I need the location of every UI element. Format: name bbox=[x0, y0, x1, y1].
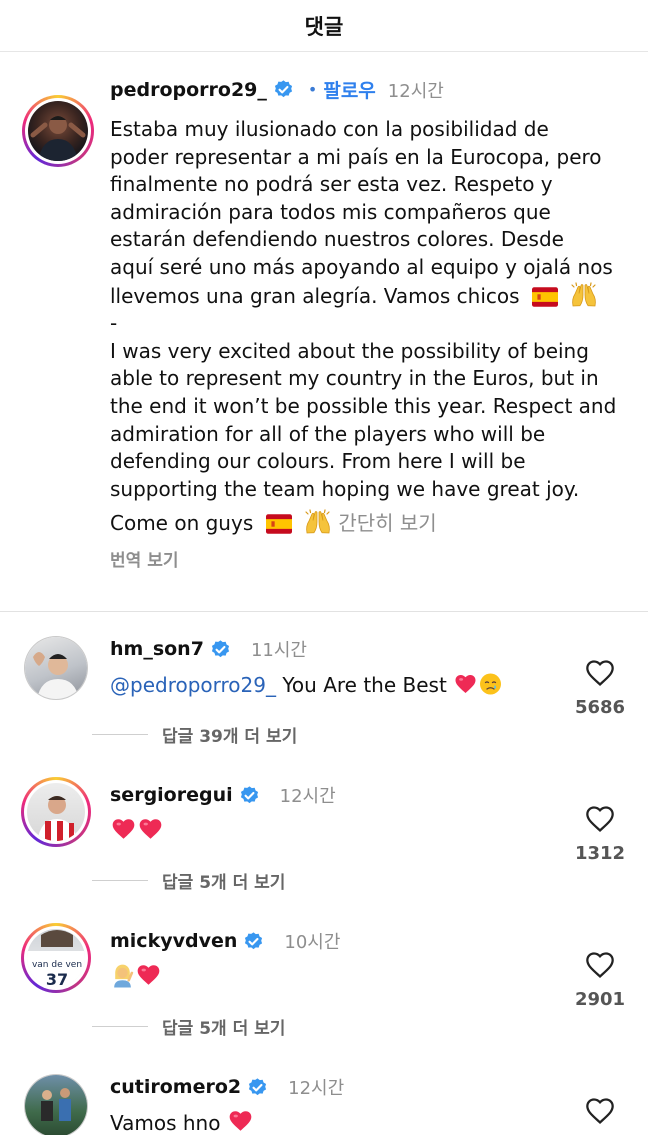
view-replies-label: 답글 39개 더 보기 bbox=[162, 727, 298, 747]
caption-line: supporting the team hoping we have great… bbox=[110, 476, 580, 501]
comment-item: cutiromero2 12시간 Vamos hno bbox=[0, 1050, 648, 1135]
comment-body: You Are the Best bbox=[276, 673, 454, 697]
player-photo-icon bbox=[30, 116, 86, 161]
comment-time: 12시간 bbox=[279, 786, 336, 807]
like-heart-icon[interactable] bbox=[583, 949, 617, 981]
view-replies-button[interactable]: 답글 5개 더 보기 bbox=[92, 868, 285, 893]
caption-line: Estaba muy ilusionado con la posibilidad… bbox=[110, 117, 549, 141]
caption-line: llevemos una gran alegría. Vamos chicos bbox=[110, 283, 520, 308]
comment-text bbox=[110, 816, 164, 843]
replies-divider bbox=[92, 1026, 148, 1027]
like-count: 1312 bbox=[574, 843, 626, 864]
comment-username[interactable]: sergioregui bbox=[110, 784, 233, 806]
caption-header: pedroporro29_ • 팔로우 12시간 bbox=[110, 76, 444, 103]
spain-flag-icon bbox=[532, 287, 558, 307]
caption-avatar[interactable] bbox=[22, 95, 94, 167]
comment-avatar[interactable] bbox=[21, 777, 91, 847]
caption-time: 12시간 bbox=[387, 80, 444, 102]
see-translation-link[interactable]: 번역 보기 bbox=[110, 546, 178, 571]
like-heart-icon[interactable] bbox=[583, 1095, 617, 1127]
heart-hands-photo-icon bbox=[33, 652, 79, 699]
like-heart-icon[interactable] bbox=[583, 657, 617, 689]
mention-link[interactable]: @pedroporro29_ bbox=[110, 673, 276, 697]
like-heart-icon[interactable] bbox=[583, 803, 617, 835]
replies-divider bbox=[92, 880, 148, 881]
caption-line: finalmente no podrá ser esta vez. Respet… bbox=[110, 172, 553, 197]
caption-body: Estaba muy ilusionado con la posibilidad… bbox=[110, 116, 640, 538]
caption-line: I was very excited about the possibility… bbox=[110, 338, 589, 363]
comment-text: Vamos hno bbox=[110, 1108, 254, 1135]
caption-line: aquí seré uno más apoyando al equipo y o… bbox=[110, 254, 613, 279]
view-replies-label: 답글 5개 더 보기 bbox=[162, 1019, 286, 1039]
caption-line: admiration for all of the players who wi… bbox=[110, 421, 546, 446]
spain-flag-icon bbox=[266, 514, 292, 534]
comment-username[interactable]: cutiromero2 bbox=[110, 1076, 241, 1098]
person-raising-hand-icon bbox=[110, 962, 135, 988]
caption-line: admiración para todos mis compañeros que bbox=[110, 199, 551, 224]
caption-line: defending our colours. From here I will … bbox=[110, 449, 526, 474]
comment-header: cutiromero2 12시간 bbox=[110, 1074, 344, 1100]
raised-hands-icon bbox=[304, 509, 332, 535]
show-less-link[interactable]: 간단히 보기 bbox=[338, 511, 436, 535]
verified-badge-icon bbox=[247, 1077, 268, 1098]
comment-avatar[interactable]: van de ven 37 bbox=[21, 923, 91, 993]
caption-line: able to represent my country in the Euro… bbox=[110, 366, 599, 391]
header-bar: 댓글 bbox=[0, 0, 648, 52]
raised-hands-icon bbox=[570, 282, 598, 308]
replies-divider bbox=[92, 734, 148, 735]
red-heart-icon bbox=[453, 672, 478, 696]
comment-header: sergioregui 12시간 bbox=[110, 782, 336, 808]
red-heart-icon bbox=[110, 816, 137, 842]
comment-avatar[interactable] bbox=[24, 1074, 88, 1135]
view-replies-button[interactable]: 답글 39개 더 보기 bbox=[92, 722, 297, 747]
caption-line: poder representar a mi país en la Euroco… bbox=[110, 144, 602, 169]
comment-avatar[interactable] bbox=[24, 636, 88, 700]
verified-badge-icon bbox=[239, 785, 260, 806]
comment-item: sergioregui 12시간 1312 답글 5개 더 보기 bbox=[0, 758, 648, 904]
separator-dot: • bbox=[307, 80, 318, 99]
comment-time: 10시간 bbox=[284, 932, 341, 953]
verified-badge-icon bbox=[210, 639, 231, 660]
like-count: 5686 bbox=[574, 697, 626, 718]
comment-body: Vamos hno bbox=[110, 1111, 227, 1135]
comment-username[interactable]: hm_son7 bbox=[110, 638, 204, 660]
svg-text:37: 37 bbox=[46, 970, 68, 987]
comment-time: 11시간 bbox=[250, 640, 307, 661]
svg-text:van de ven: van de ven bbox=[32, 960, 82, 970]
caption-line: Come on guys bbox=[110, 511, 254, 536]
caption-line-with-emoji: llevemos una gran alegría. Vamos chicos bbox=[110, 282, 640, 311]
caption-line: the end it won’t be possible this year. … bbox=[110, 393, 617, 418]
comment-text: @pedroporro29_ You Are the Best bbox=[110, 672, 503, 697]
crying-face-icon bbox=[478, 672, 503, 696]
caption-line: - bbox=[110, 311, 118, 336]
post-caption: pedroporro29_ • 팔로우 12시간 Estaba muy ilus… bbox=[0, 52, 648, 612]
like-count: 2901 bbox=[574, 989, 626, 1010]
comment-header: hm_son7 11시간 bbox=[110, 636, 307, 662]
verified-badge-icon bbox=[273, 79, 294, 100]
red-heart-icon bbox=[137, 816, 164, 842]
caption-username[interactable]: pedroporro29_ bbox=[110, 79, 267, 101]
red-heart-icon bbox=[227, 1108, 254, 1134]
caption-line-with-more: Come on guys 간단히 보기 bbox=[110, 509, 640, 538]
caption-line: estarán defendiendo nuestros colores. De… bbox=[110, 227, 564, 252]
view-replies-button[interactable]: 답글 5개 더 보기 bbox=[92, 1014, 285, 1039]
view-replies-label: 답글 5개 더 보기 bbox=[162, 873, 286, 893]
page-title: 댓글 bbox=[304, 14, 344, 39]
verified-badge-icon bbox=[243, 931, 264, 952]
stadium-photo-icon bbox=[41, 1088, 71, 1121]
comment-time: 12시간 bbox=[288, 1078, 345, 1099]
comment-item: van de ven 37 mickyvdven 10시간 2901 답글 5개… bbox=[0, 904, 648, 1050]
follow-button[interactable]: 팔로우 bbox=[323, 76, 375, 103]
van-de-ven-jersey-photo-icon: van de ven 37 bbox=[27, 930, 85, 987]
red-heart-icon bbox=[135, 962, 162, 988]
comment-username[interactable]: mickyvdven bbox=[110, 930, 237, 952]
red-white-jersey-photo-icon bbox=[37, 796, 77, 841]
comment-header: mickyvdven 10시간 bbox=[110, 928, 340, 954]
comment-item: hm_son7 11시간 @pedroporro29_ You Are the … bbox=[0, 612, 648, 758]
comment-text bbox=[110, 962, 162, 989]
